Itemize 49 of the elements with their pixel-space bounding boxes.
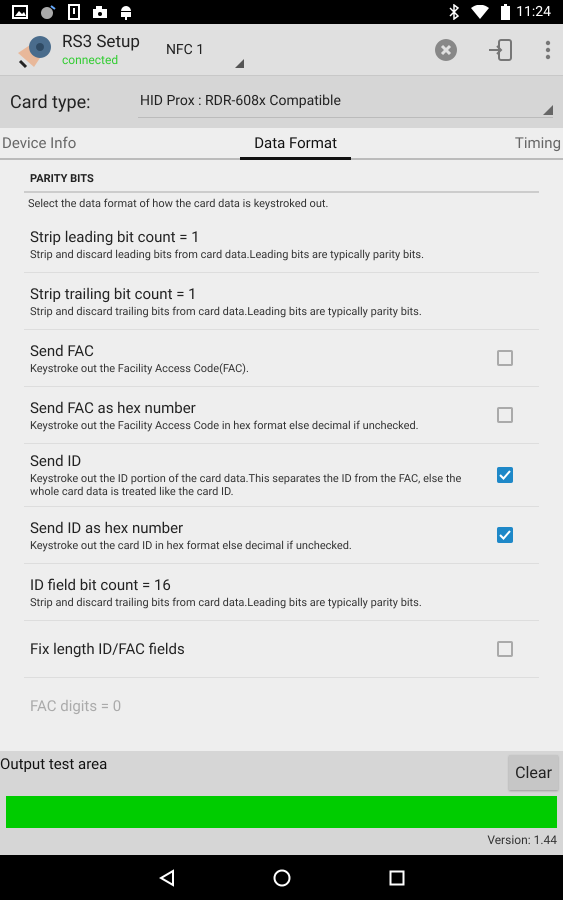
setting-summary: Keystroke out the ID portion of the card data.This separates the ID from the FAC, else the whole card data is treated like the card ID. [30, 472, 462, 498]
camera-notification-icon [92, 5, 108, 19]
more-icon[interactable] [545, 40, 551, 60]
setting-summary: Strip and discard trailing bits from card data.Leading bits are typically parity bits. [30, 304, 423, 318]
setting-title[interactable]: Send ID [30, 452, 497, 470]
tab[interactable]: Device Info [0, 128, 78, 160]
home-icon[interactable] [272, 868, 290, 886]
close-icon[interactable] [435, 38, 457, 60]
bluetooth-icon [449, 4, 460, 20]
wifi-icon [471, 5, 490, 19]
setting-summary: Strip and discard leading bits from card data.Leading bits are typically parity bits. [30, 248, 425, 260]
login-icon[interactable] [489, 38, 513, 60]
checkbox[interactable] [497, 527, 513, 543]
setting-title[interactable]: Fix length ID/FAC fields [30, 640, 497, 658]
setting-title[interactable]: Send FAC [30, 342, 497, 360]
caret-icon [235, 58, 244, 68]
card-type-label: Card type: [10, 92, 92, 112]
checkbox[interactable] [497, 407, 513, 423]
battery-icon [501, 4, 510, 20]
device-dropdown[interactable]: NFC 1 [166, 30, 244, 70]
clear-button[interactable]: Clear [509, 755, 558, 790]
setting-summary: Keystroke out the Facility Access Code(FAC). [30, 362, 250, 374]
checkbox[interactable] [497, 467, 513, 483]
checkbox[interactable] [497, 350, 513, 366]
clock-time: 11:24 [516, 4, 551, 20]
connection-status: connected [62, 52, 120, 67]
version-text: Version: 1.44 [487, 833, 557, 847]
back-icon[interactable] [158, 868, 174, 886]
card-type-dropdown[interactable]: HID Prox : RDR-608x Compatible [138, 86, 553, 118]
app-title: RS3 Setup [62, 32, 140, 52]
recents-icon[interactable] [388, 870, 404, 886]
setting-title[interactable]: Send ID as hex number [30, 518, 497, 536]
output-label: Output test area [0, 754, 108, 773]
section-header: PARITY BITS [24, 160, 539, 193]
output-test-field[interactable] [6, 796, 557, 828]
setting-title[interactable]: Strip leading bit count = 1 [30, 228, 533, 246]
checkbox[interactable] [497, 641, 513, 657]
tab[interactable]: Timing [512, 128, 563, 160]
section-description: Select the data format of how the card data is keystroked out. [27, 196, 330, 212]
android-notification-icon [120, 4, 132, 20]
picture-notification-icon [12, 5, 28, 19]
caret-icon [543, 104, 553, 114]
setting-summary: Keystroke out the card ID in hex format else decimal if unchecked. [30, 538, 353, 552]
setting-title[interactable]: Strip trailing bit count = 1 [30, 284, 533, 302]
phone-notification-icon [68, 4, 80, 20]
setting-title[interactable]: Send FAC as hex number [30, 398, 497, 416]
setting-title[interactable]: ID field bit count = 16 [30, 576, 533, 594]
setting-summary: Strip and discard trailing bits from card data.Leading bits are typically parity bits. [30, 596, 423, 608]
setting-summary: Keystroke out the Facility Access Code in hex format else decimal if unchecked. [30, 418, 420, 432]
